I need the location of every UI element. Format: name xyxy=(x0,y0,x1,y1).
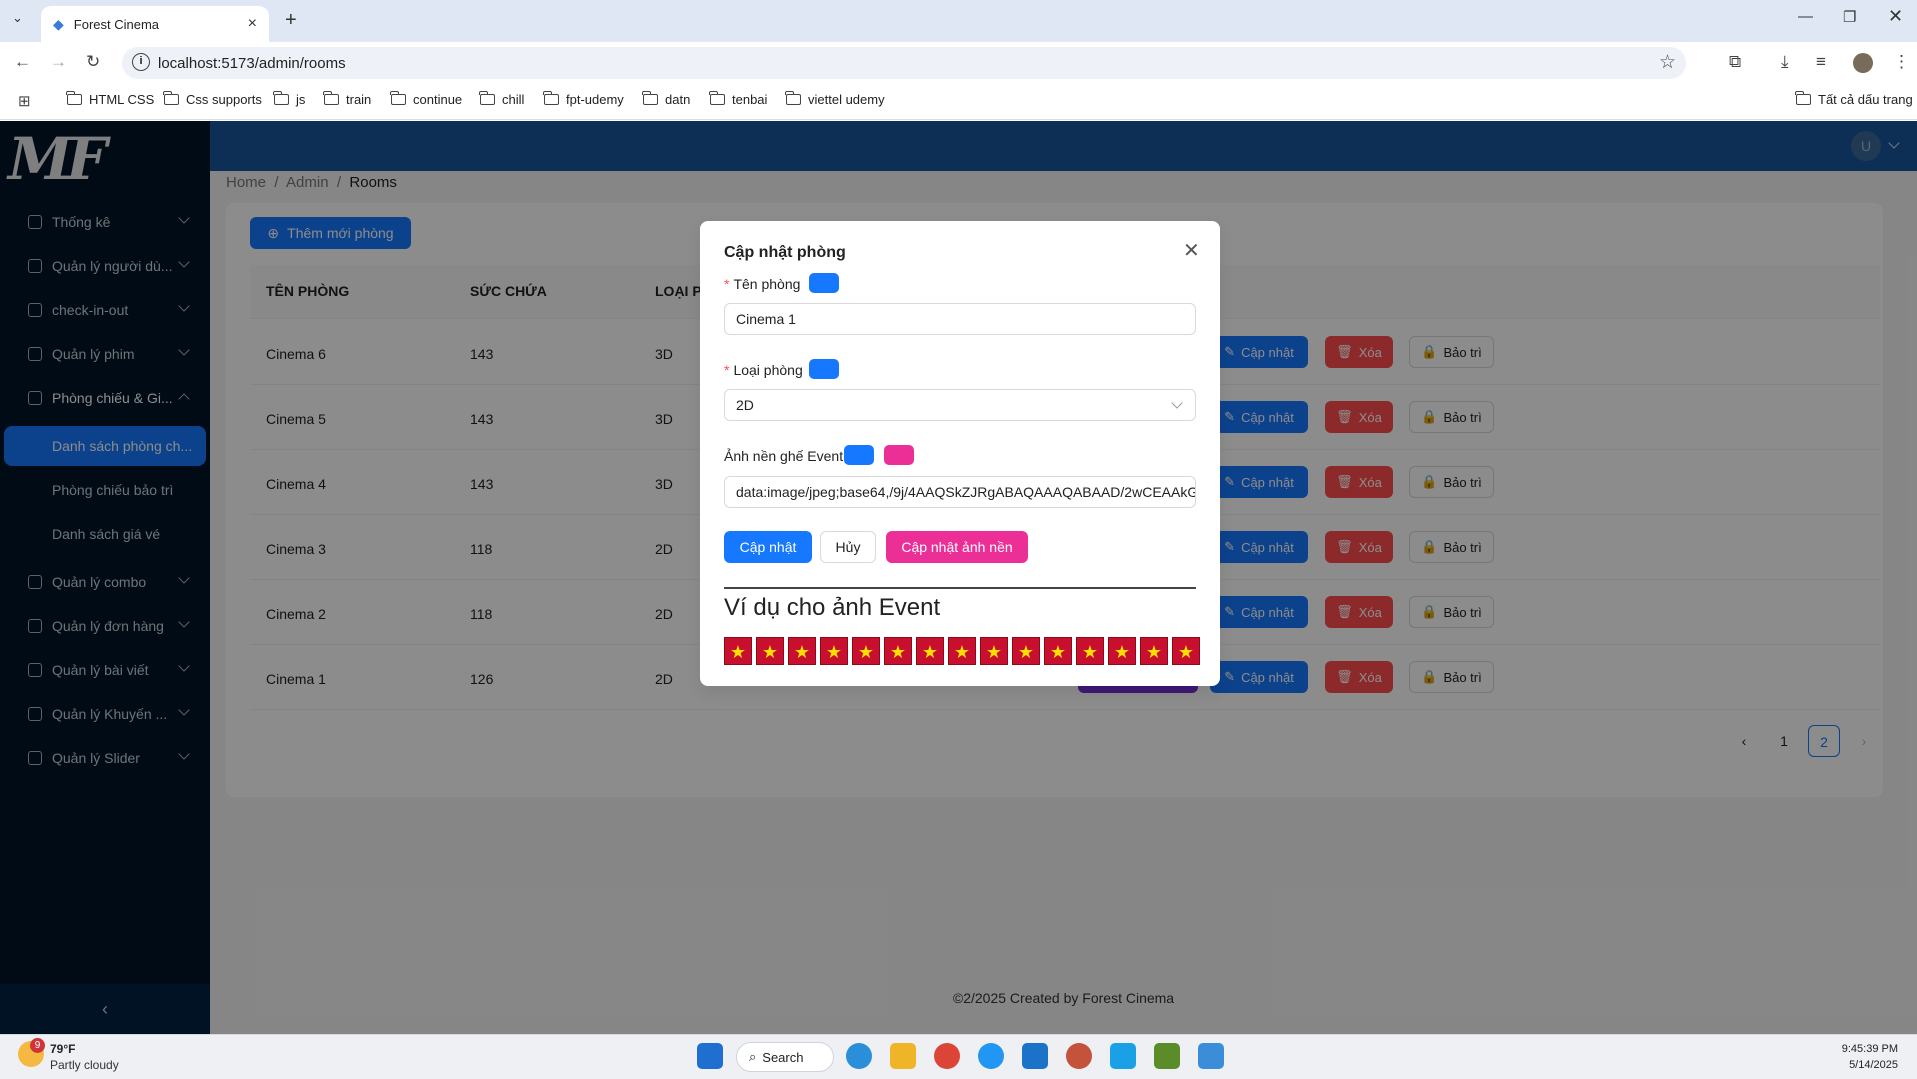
folder-icon xyxy=(163,91,179,105)
vscode-icon[interactable] xyxy=(1022,1043,1048,1069)
bookmark-viettel-udemy[interactable]: viettel udemy xyxy=(785,91,885,107)
folder-icon xyxy=(1795,91,1811,105)
modal-update-button[interactable]: Cập nhật xyxy=(724,531,812,563)
minecraft-icon[interactable] xyxy=(1154,1043,1180,1069)
reload-icon[interactable]: ↻ xyxy=(86,52,100,72)
event-seat-star-icon: ★ xyxy=(852,637,880,665)
bookmark-css-supports[interactable]: Css supports xyxy=(163,91,262,107)
event-seat-star-icon: ★ xyxy=(916,637,944,665)
weather-badge: 9 xyxy=(30,1038,45,1053)
bookmark-train[interactable]: train xyxy=(323,91,371,107)
bookmark-html-css[interactable]: HTML CSS xyxy=(66,91,154,107)
tab-close-icon[interactable]: × xyxy=(248,15,257,33)
bookmark-continue[interactable]: continue xyxy=(390,91,462,107)
media-icon[interactable]: ≡ xyxy=(1816,52,1826,72)
room-type-label: * Loại phòng xyxy=(724,362,803,378)
clock-date[interactable]: 5/14/2025 xyxy=(1838,1059,1898,1071)
event-seat-star-icon: ★ xyxy=(1076,637,1104,665)
modal-cancel-button[interactable]: Hủy xyxy=(820,531,876,563)
address-bar[interactable]: i localhost:5173/admin/rooms ☆ xyxy=(122,47,1686,79)
bookmark-tenbai[interactable]: tenbai xyxy=(709,91,767,107)
event-seat-star-icon: ★ xyxy=(788,637,816,665)
event-seat-star-icon: ★ xyxy=(724,637,752,665)
search-icon: ⌕ xyxy=(749,1049,757,1064)
folder-icon xyxy=(66,91,82,105)
browser-tab[interactable]: ◆ Forest Cinema × xyxy=(41,6,269,42)
event-seat-star-icon: ★ xyxy=(1108,637,1136,665)
room-type-select[interactable]: 2D xyxy=(724,389,1196,421)
folder-icon xyxy=(479,91,495,105)
divider xyxy=(724,587,1196,589)
tab-search-icon[interactable]: ⌄ xyxy=(12,10,23,26)
clock-time[interactable]: 9:45:39 PM xyxy=(1838,1043,1898,1055)
bookmark-fpt-udemy[interactable]: fpt-udemy xyxy=(543,91,624,107)
color-chip-pink[interactable] xyxy=(884,445,914,465)
folder-icon xyxy=(323,91,339,105)
photos-icon[interactable] xyxy=(1198,1043,1224,1069)
extensions-icon[interactable]: ⧉ xyxy=(1729,52,1741,72)
url-text: localhost:5173/admin/rooms xyxy=(158,54,346,72)
update-background-button[interactable]: Cập nhật ảnh nền xyxy=(886,531,1028,563)
restore-icon[interactable]: ❐ xyxy=(1843,8,1856,26)
close-icon[interactable]: ✕ xyxy=(1183,238,1200,263)
new-tab-icon[interactable]: + xyxy=(285,9,297,32)
taskbar-search[interactable]: ⌕ Search xyxy=(736,1042,834,1072)
folder-icon xyxy=(543,91,559,105)
weather-temp: 79°F xyxy=(50,1042,76,1056)
favicon-icon: ◆ xyxy=(53,15,64,32)
event-seat-star-icon: ★ xyxy=(756,637,784,665)
room-name-input[interactable]: Cinema 1 xyxy=(724,303,1196,335)
bookmark-star-icon[interactable]: ☆ xyxy=(1659,51,1676,74)
bookmark-js[interactable]: js xyxy=(273,91,305,107)
back-icon[interactable]: ← xyxy=(14,52,31,72)
color-chip-blue[interactable] xyxy=(844,445,874,465)
event-seat-star-icon: ★ xyxy=(1012,637,1040,665)
apps-grid-icon[interactable]: ⊞ xyxy=(18,92,31,110)
event-seat-star-icon: ★ xyxy=(980,637,1008,665)
minimize-icon[interactable]: — xyxy=(1798,8,1813,25)
event-seat-star-icon: ★ xyxy=(884,637,912,665)
event-bg-label: Ảnh nền ghế Event xyxy=(724,448,844,464)
event-example-seats: ★ ★ ★ ★ ★ ★ ★ ★ ★ ★ ★ ★ ★ ★ ★ xyxy=(724,637,1200,665)
modal-title: Cập nhật phòng xyxy=(724,244,846,261)
event-bg-input[interactable]: data:image/jpeg;base64,/9j/4AAQSkZJRgABA… xyxy=(724,476,1196,508)
folder-icon xyxy=(273,91,289,105)
folder-icon xyxy=(785,91,801,105)
folder-icon xyxy=(709,91,725,105)
bookmark-chill[interactable]: chill xyxy=(479,91,524,107)
event-seat-star-icon: ★ xyxy=(1044,637,1072,665)
browser-menu-icon[interactable]: ⋮ xyxy=(1893,52,1910,72)
event-seat-star-icon: ★ xyxy=(948,637,976,665)
download-icon[interactable]: ⤓ xyxy=(1781,52,1789,72)
close-window-icon[interactable]: ✕ xyxy=(1888,6,1903,27)
color-chip-blue[interactable] xyxy=(809,273,839,293)
zalo-icon[interactable] xyxy=(978,1043,1004,1069)
color-chip-blue[interactable] xyxy=(809,359,839,379)
all-bookmarks[interactable]: Tất cả dấu trang xyxy=(1795,91,1913,107)
windows-start-icon[interactable] xyxy=(697,1043,723,1069)
chrome-profile-icon[interactable] xyxy=(1066,1043,1092,1069)
event-seat-star-icon: ★ xyxy=(1140,637,1168,665)
weather-desc: Partly cloudy xyxy=(50,1058,119,1072)
file-explorer-icon[interactable] xyxy=(890,1043,916,1069)
chrome-icon[interactable] xyxy=(934,1043,960,1069)
example-title: Ví dụ cho ảnh Event xyxy=(724,594,941,621)
forward-icon[interactable]: → xyxy=(50,52,67,72)
app-icon[interactable] xyxy=(1110,1043,1136,1069)
folder-icon xyxy=(390,91,406,105)
edge-icon[interactable] xyxy=(846,1043,872,1069)
profile-avatar[interactable] xyxy=(1853,53,1873,73)
folder-icon xyxy=(642,91,658,105)
bookmark-datn[interactable]: datn xyxy=(642,91,690,107)
tab-title: Forest Cinema xyxy=(73,16,160,32)
site-info-icon[interactable]: i xyxy=(132,53,150,71)
room-name-label: * Tên phòng xyxy=(724,276,801,292)
event-seat-star-icon: ★ xyxy=(1172,637,1200,665)
event-seat-star-icon: ★ xyxy=(820,637,848,665)
